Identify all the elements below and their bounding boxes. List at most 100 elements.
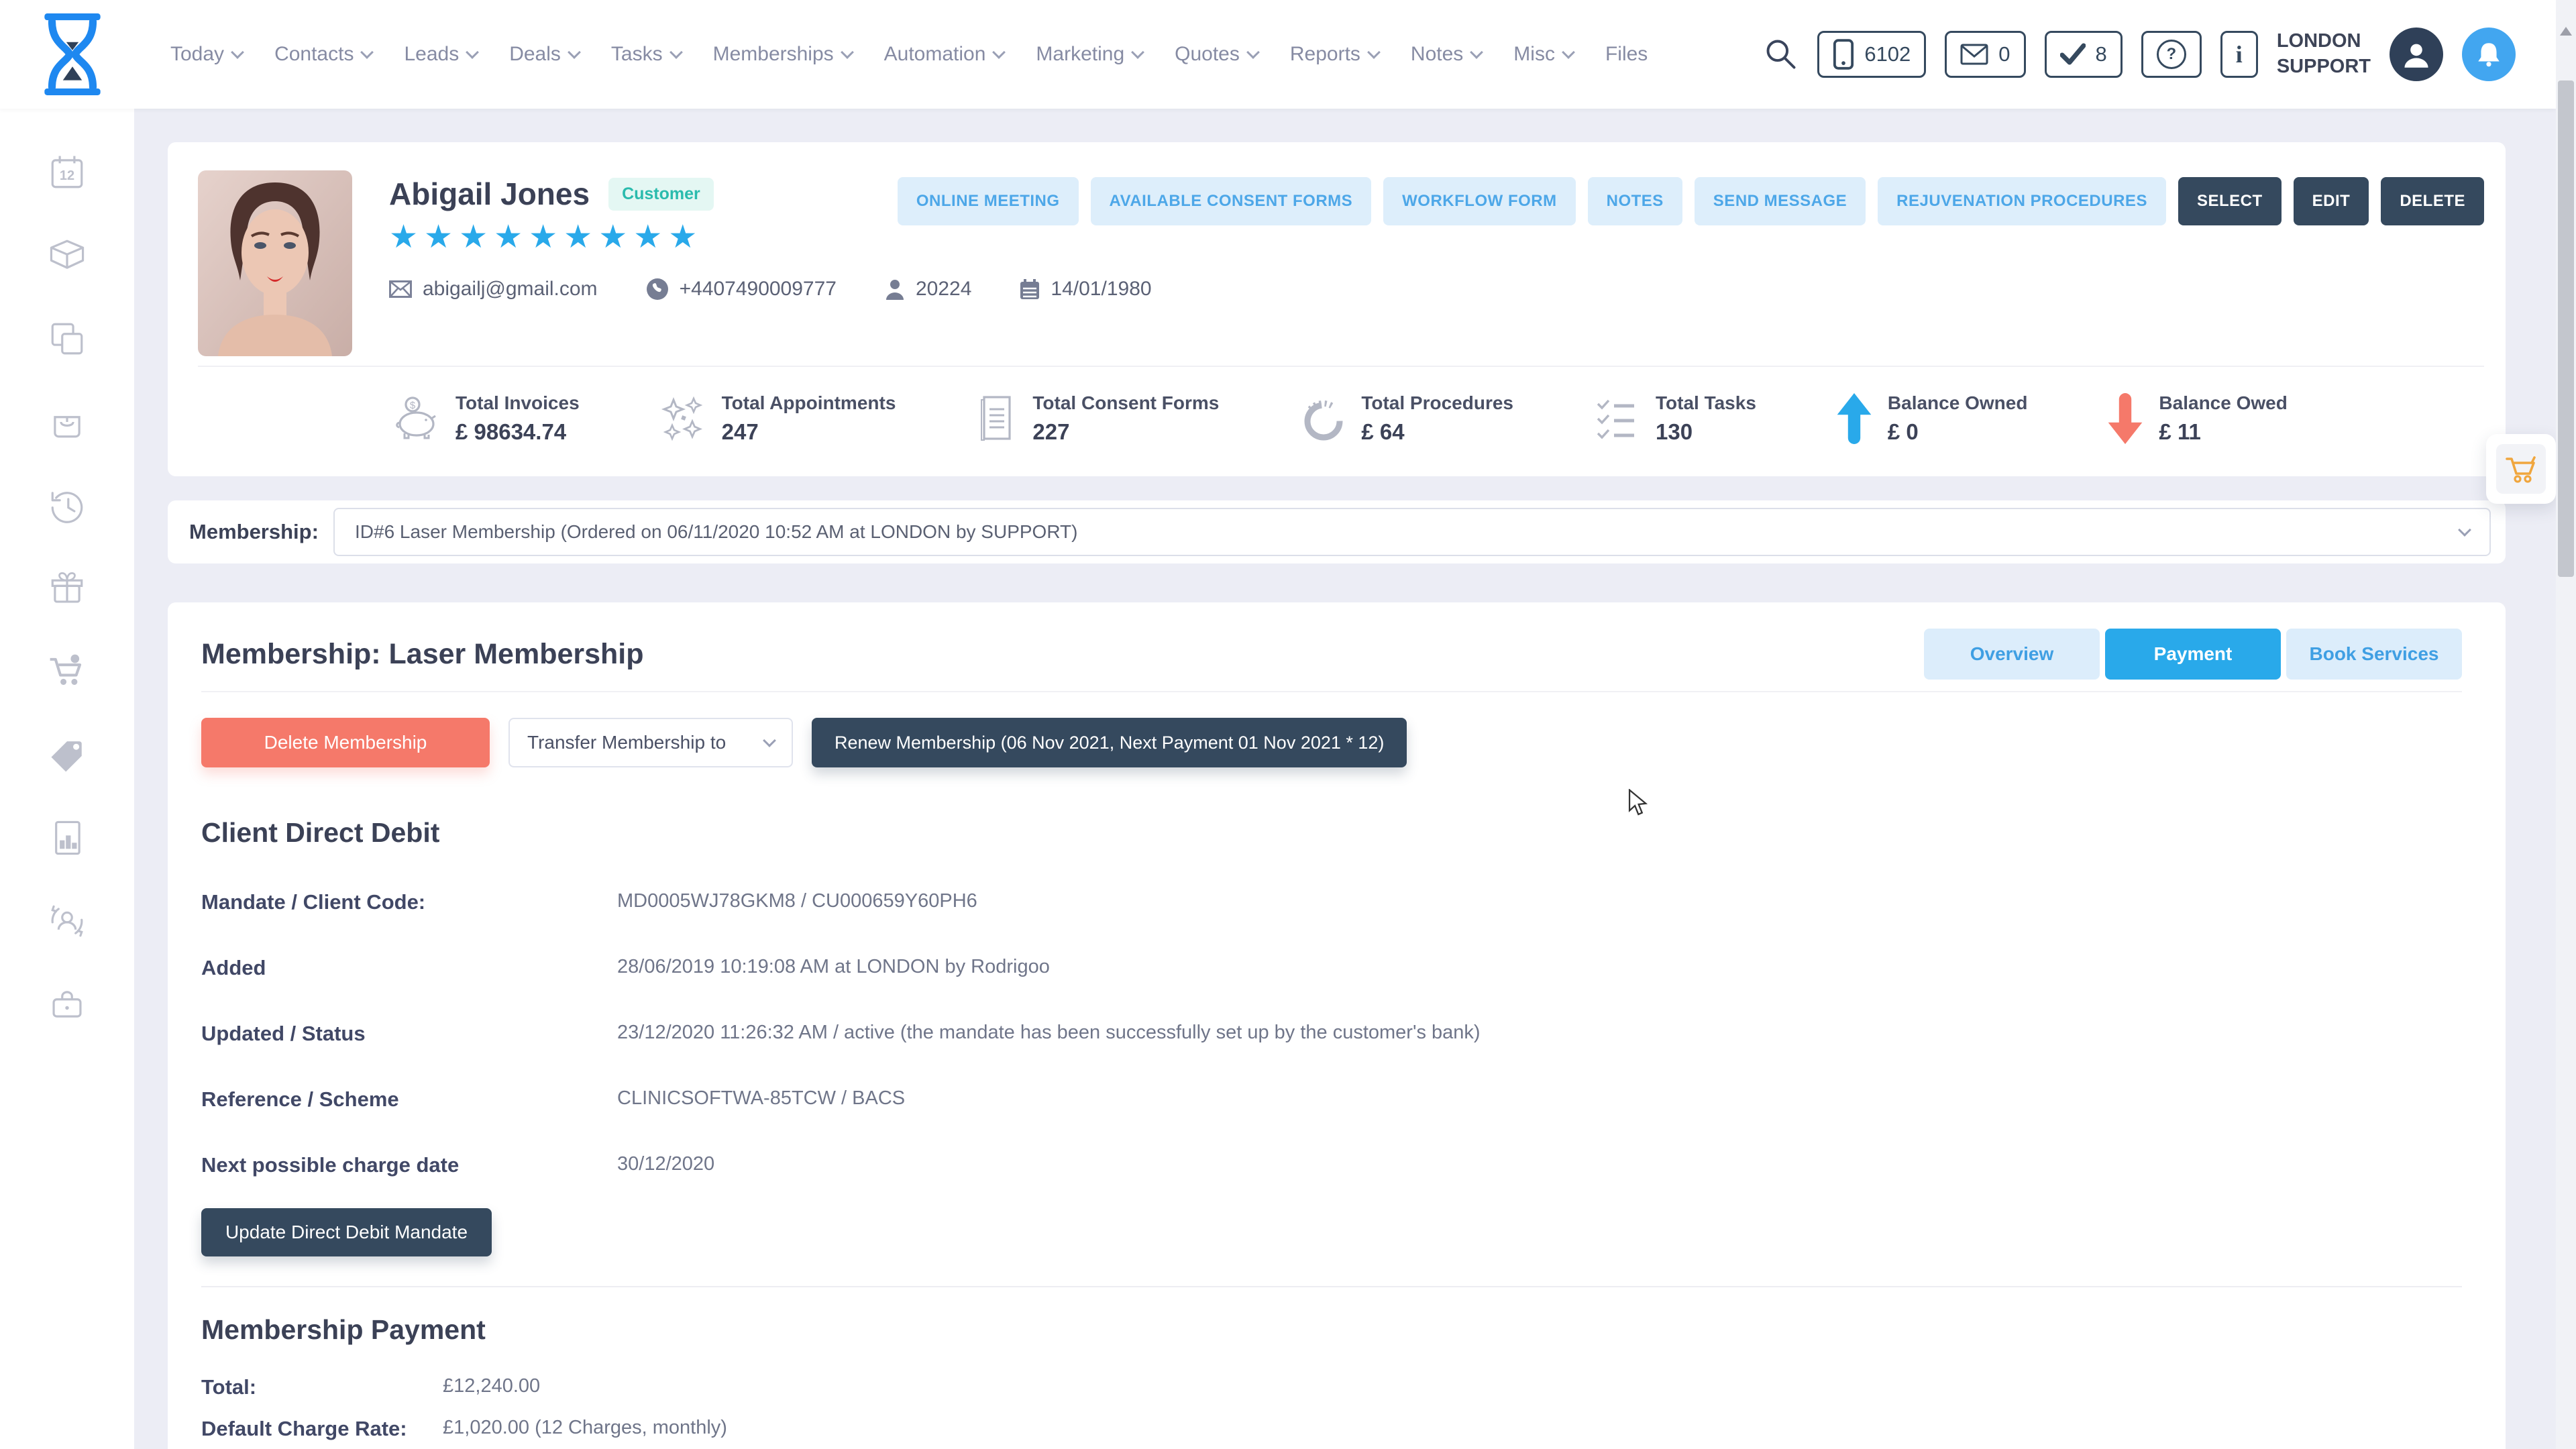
price-tag-icon[interactable] xyxy=(48,735,87,774)
client-stats-row: $ Total Invoices£ 98634.74 Total Appoint… xyxy=(392,392,2484,445)
stat-label: Balance Owned xyxy=(1888,392,2028,414)
workflow-form-button[interactable]: WORKFLOW FORM xyxy=(1383,177,1575,225)
tab-overview[interactable]: Overview xyxy=(1924,629,2100,680)
payment-label: Default Charge Rate: xyxy=(201,1417,443,1441)
client-email[interactable]: abigailj@gmail.com xyxy=(389,278,598,301)
nav-files[interactable]: Files xyxy=(1605,43,1648,66)
client-phone-text: +4407490009777 xyxy=(680,278,837,301)
customer-badge: Customer xyxy=(608,178,714,211)
delete-button[interactable]: DELETE xyxy=(2381,177,2484,225)
client-email-text: abigailj@gmail.com xyxy=(423,278,598,301)
stat-total-consent-forms: Total Consent Forms227 xyxy=(975,392,1219,445)
task-count: 8 xyxy=(2096,42,2107,66)
update-direct-debit-button[interactable]: Update Direct Debit Mandate xyxy=(201,1208,492,1256)
chevron-down-icon xyxy=(1246,46,1260,59)
notifications-button[interactable] xyxy=(2462,28,2516,81)
client-sync-icon[interactable] xyxy=(48,902,87,941)
dd-value: CLINICSOFTWA-85TCW / BACS xyxy=(617,1087,905,1110)
rejuvenation-procedures-button[interactable]: REJUVENATION PROCEDURES xyxy=(1878,177,2166,225)
stat-value: £ 64 xyxy=(1361,419,1513,445)
dd-label: Added xyxy=(201,956,617,980)
chevron-down-icon xyxy=(993,46,1006,59)
star-rating[interactable]: ★★★★★★★★★ xyxy=(389,221,1152,254)
client-phone[interactable]: +4407490009777 xyxy=(646,278,837,301)
chevron-down-icon xyxy=(1367,46,1381,59)
select-button[interactable]: SELECT xyxy=(2178,177,2282,225)
nav-misc[interactable]: Misc xyxy=(1513,43,1573,66)
notes-button[interactable]: NOTES xyxy=(1588,177,1682,225)
dd-row-updated-status: Updated / Status 23/12/2020 11:26:32 AM … xyxy=(201,1022,2462,1046)
payment-value: £1,020.00 (12 Charges, monthly) xyxy=(443,1417,727,1439)
chevron-down-icon xyxy=(2458,523,2471,537)
delete-membership-button[interactable]: Delete Membership xyxy=(201,718,490,767)
main-menu: Today Contacts Leads Deals Tasks Members… xyxy=(170,43,1648,66)
renew-membership-button[interactable]: Renew Membership (06 Nov 2021, Next Paym… xyxy=(812,718,1407,767)
nav-tasks[interactable]: Tasks xyxy=(611,43,681,66)
nav-marketing[interactable]: Marketing xyxy=(1036,43,1142,66)
nav-quotes[interactable]: Quotes xyxy=(1175,43,1258,66)
report-icon[interactable] xyxy=(48,818,87,857)
tasks-counter[interactable]: 8 xyxy=(2045,31,2123,78)
scrollbar-thumb[interactable] xyxy=(2558,80,2574,577)
info-button[interactable]: i xyxy=(2220,31,2258,78)
stat-label: Total Appointments xyxy=(722,392,896,414)
dd-value: MD0005WJ78GKM8 / CU000659Y60PH6 xyxy=(617,890,977,912)
gift-icon[interactable] xyxy=(48,569,87,608)
membership-title: Membership: Laser Membership xyxy=(201,638,644,671)
case-lock-icon[interactable] xyxy=(48,985,87,1024)
send-message-button[interactable]: SEND MESSAGE xyxy=(1695,177,1866,225)
client-header-card: Abigail Jones Customer ★★★★★★★★★ abigail… xyxy=(168,142,2506,476)
piggy-bank-icon: $ xyxy=(392,394,441,443)
chevron-down-icon xyxy=(1470,46,1483,59)
stat-value: £ 98634.74 xyxy=(455,419,580,445)
tab-payment[interactable]: Payment xyxy=(2105,629,2281,680)
nav-contacts[interactable]: Contacts xyxy=(274,43,372,66)
nav-automation[interactable]: Automation xyxy=(884,43,1004,66)
client-photo xyxy=(198,170,352,356)
floating-cart-button[interactable] xyxy=(2486,434,2556,504)
account-menu-button[interactable] xyxy=(2390,28,2443,81)
cart-icon[interactable] xyxy=(48,652,87,691)
shopping-bag-icon[interactable] xyxy=(48,402,87,441)
dd-row-next-charge-date: Next possible charge date 30/12/2020 xyxy=(201,1153,2462,1177)
chevron-down-icon xyxy=(568,46,581,59)
nav-today[interactable]: Today xyxy=(170,43,242,66)
nav-leads[interactable]: Leads xyxy=(404,43,477,66)
app-screen: Today Contacts Leads Deals Tasks Members… xyxy=(0,0,2576,1449)
client-action-buttons: ONLINE MEETING AVAILABLE CONSENT FORMS W… xyxy=(898,177,2484,225)
question-mark-icon: ? xyxy=(2157,40,2186,69)
topbar-utilities: 6102 0 8 ? i LONDON SUPPORT xyxy=(1764,28,2516,81)
arrow-down-icon xyxy=(2106,393,2144,444)
dd-row-added: Added 28/06/2019 10:19:08 AM at LONDON b… xyxy=(201,956,2462,980)
phone-calls-counter[interactable]: 6102 xyxy=(1817,31,1926,78)
calendar-icon[interactable]: 12 xyxy=(48,153,87,192)
dd-value: 30/12/2020 xyxy=(617,1153,714,1175)
sparkles-icon xyxy=(659,394,707,443)
help-button[interactable]: ? xyxy=(2141,31,2202,78)
package-icon[interactable] xyxy=(48,236,87,275)
membership-tabs: Overview Payment Book Services xyxy=(1924,629,2462,680)
tab-book-services[interactable]: Book Services xyxy=(2286,629,2462,680)
scroll-up-arrow-icon[interactable] xyxy=(2560,27,2572,36)
location-user-label: LONDON SUPPORT xyxy=(2277,29,2371,79)
document-icon xyxy=(975,394,1018,443)
scrollbar[interactable] xyxy=(2556,0,2576,1449)
copy-icon[interactable] xyxy=(48,319,87,358)
messages-counter[interactable]: 0 xyxy=(1945,31,2025,78)
chevron-down-icon xyxy=(841,46,854,59)
nav-deals[interactable]: Deals xyxy=(509,43,579,66)
bell-icon xyxy=(2475,40,2503,68)
nav-memberships[interactable]: Memberships xyxy=(713,43,852,66)
online-meeting-button[interactable]: ONLINE MEETING xyxy=(898,177,1079,225)
available-consent-forms-button[interactable]: AVAILABLE CONSENT FORMS xyxy=(1091,177,1372,225)
membership-select-label: Membership: xyxy=(189,520,333,544)
nav-reports[interactable]: Reports xyxy=(1290,43,1379,66)
nav-notes[interactable]: Notes xyxy=(1411,43,1481,66)
edit-button[interactable]: EDIT xyxy=(2294,177,2369,225)
app-logo-hourglass-icon[interactable] xyxy=(42,13,103,95)
chevron-down-icon xyxy=(669,46,683,59)
transfer-membership-select[interactable]: Transfer Membership to xyxy=(508,718,793,767)
membership-select[interactable]: ID#6 Laser Membership (Ordered on 06/11/… xyxy=(333,508,2491,556)
history-icon[interactable] xyxy=(48,486,87,525)
search-icon[interactable] xyxy=(1764,37,1799,72)
